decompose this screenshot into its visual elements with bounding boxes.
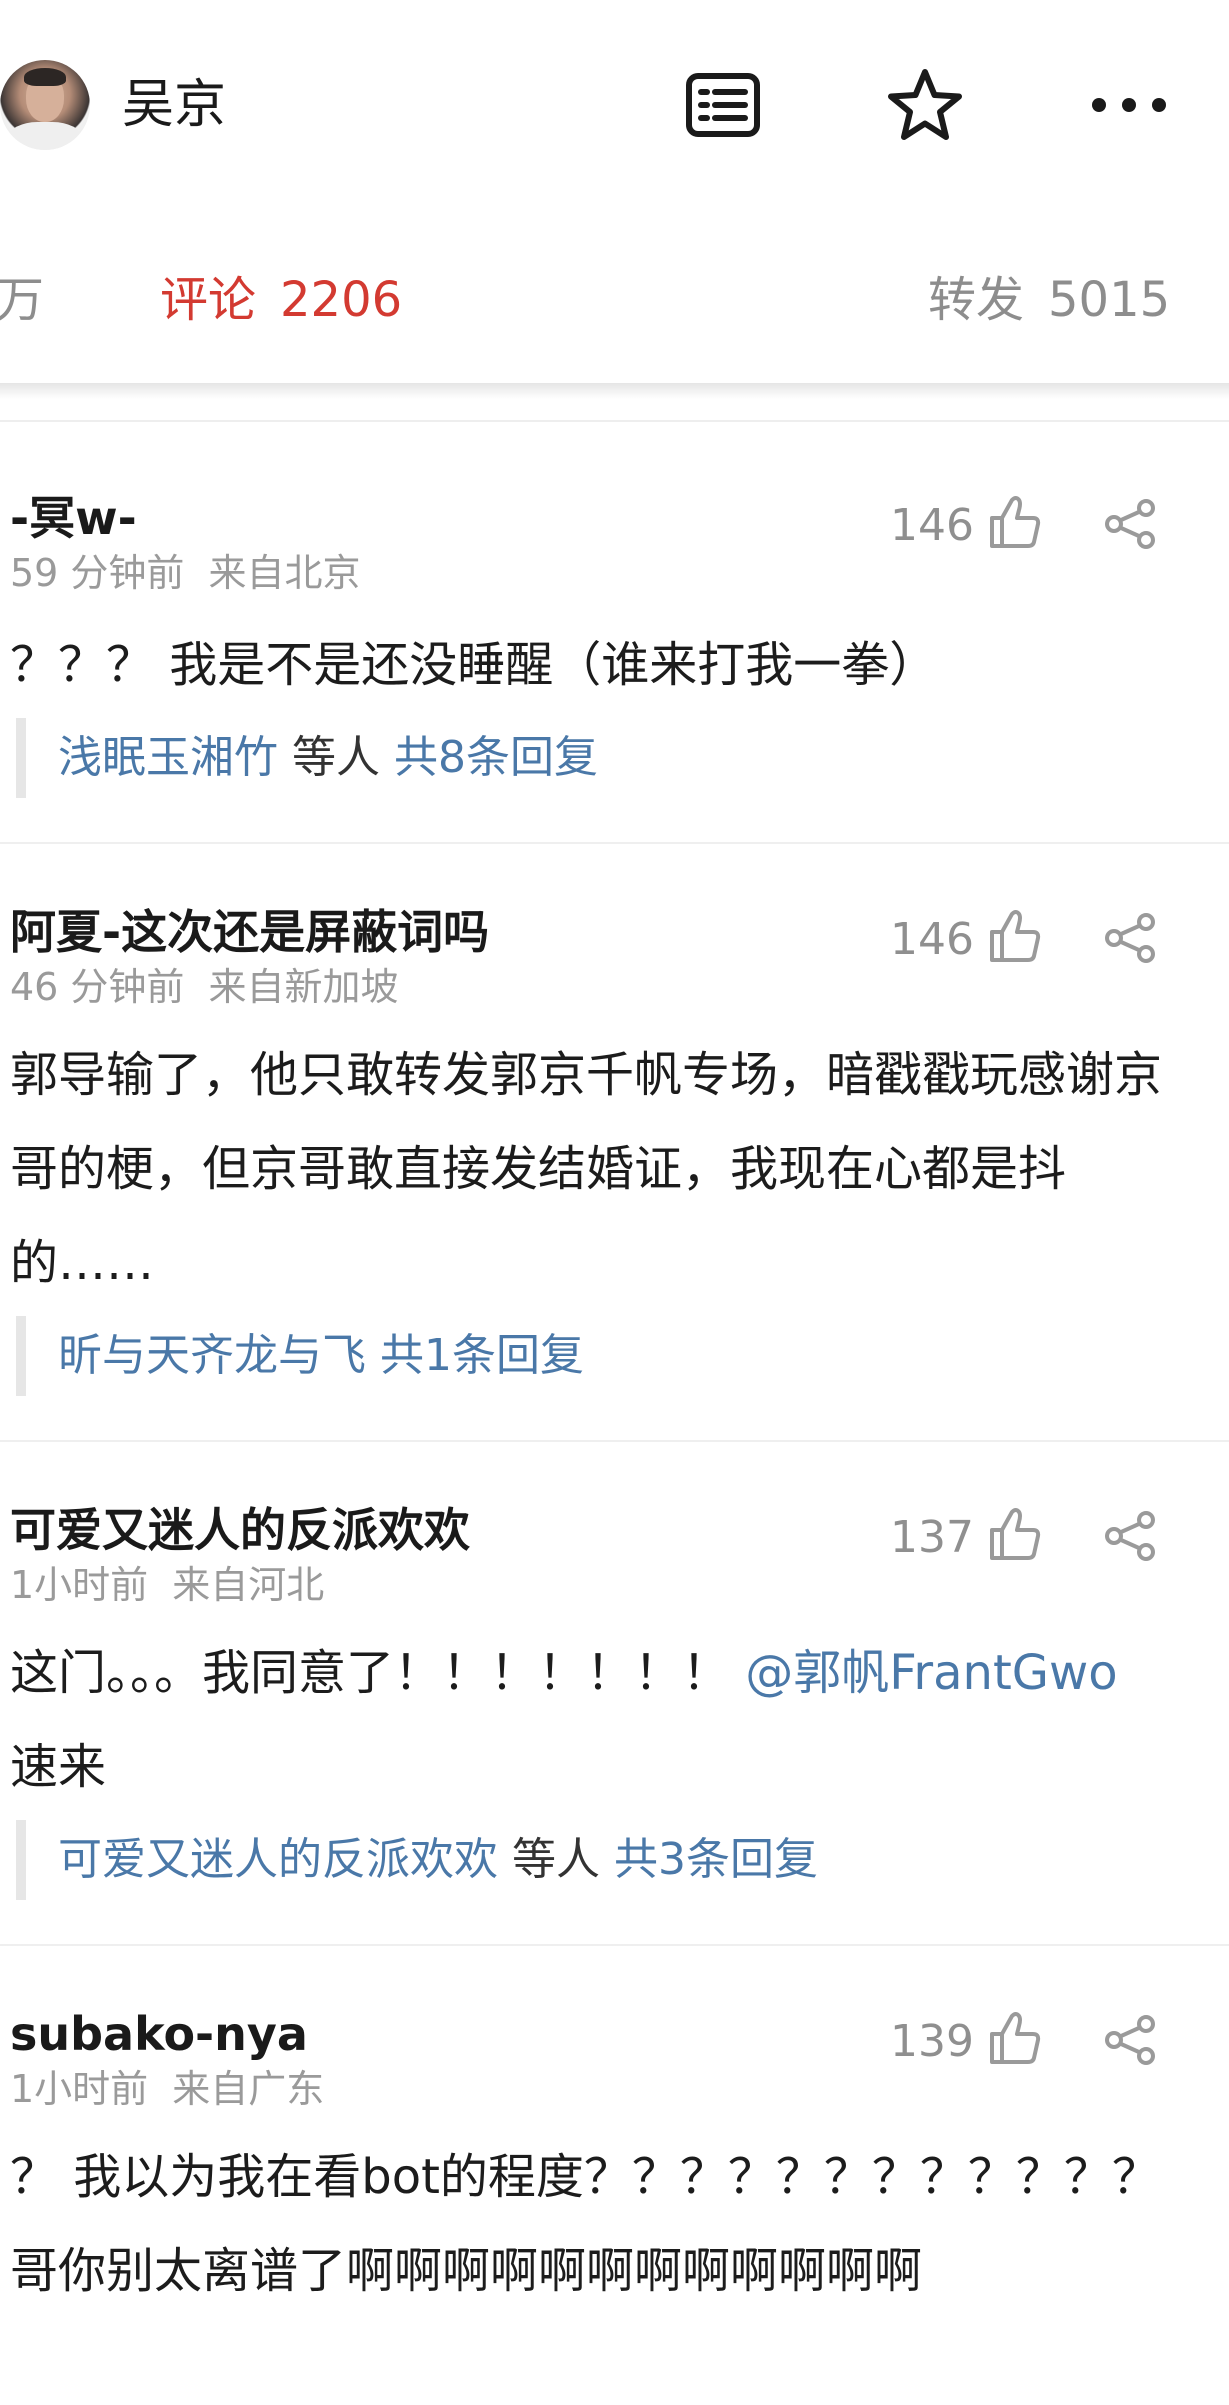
reply-count[interactable]: 共8条回复 bbox=[394, 732, 598, 783]
comment-meta: 1小时前 来自河北 bbox=[10, 1560, 324, 1610]
share-icon[interactable] bbox=[1102, 1510, 1158, 1562]
reply-names[interactable]: 可爱又迷人的反派欢欢 bbox=[58, 1834, 498, 1885]
thumbs-up-icon[interactable] bbox=[988, 1506, 1042, 1562]
reply-count[interactable]: 共1条回复 bbox=[380, 1330, 584, 1381]
comment-author[interactable]: 阿夏-这次还是屏蔽词吗 bbox=[10, 902, 489, 962]
tab-comments-count: 2206 bbox=[280, 272, 403, 328]
comment-time: 1小时前 bbox=[10, 1563, 149, 1607]
comment-meta: 59 分钟前 来自北京 bbox=[10, 548, 360, 598]
comment-text: ？ 我以为我在看bot的程度？？？？？？？？？？？？哥你别太离谱了啊啊啊啊啊啊啊… bbox=[10, 2149, 1160, 2299]
comment-source: 来自河北 bbox=[172, 1563, 325, 1607]
tab-reposts[interactable]: 转发 5015 bbox=[928, 250, 1170, 350]
tab-reposts-count: 5015 bbox=[1048, 272, 1171, 328]
like-count: 137 bbox=[890, 1512, 974, 1563]
avatar[interactable] bbox=[0, 60, 90, 150]
tabs-shadow bbox=[0, 383, 1229, 399]
reply-summary[interactable]: 昕与天齐龙与飞 共1条回复 bbox=[16, 1316, 1229, 1396]
thumbs-up-icon[interactable] bbox=[988, 494, 1042, 550]
comment-source: 来自新加坡 bbox=[208, 965, 399, 1009]
reply-summary[interactable]: 可爱又迷人的反派欢欢 等人 共3条回复 bbox=[16, 1820, 1229, 1900]
thumbs-up-icon[interactable] bbox=[988, 908, 1042, 964]
user-name[interactable]: 吴京 bbox=[122, 70, 226, 140]
article-icon[interactable] bbox=[680, 62, 766, 148]
tab-likes[interactable]: 万 bbox=[0, 250, 44, 350]
share-icon[interactable] bbox=[1102, 498, 1158, 550]
comment-item: 可爱又迷人的反派欢欢 1小时前 来自河北 137 这门。。。我同意了！！！！！！！… bbox=[0, 1442, 1229, 1946]
comment-list: -冥w- 59 分钟前 来自北京 146 ？？？ 我是不是还没睡醒（谁来打我一拳）… bbox=[0, 430, 1229, 2318]
comment-text-after: 速来 bbox=[10, 1739, 107, 1795]
comment-source: 来自北京 bbox=[208, 551, 361, 595]
reply-suffix: 等人 bbox=[498, 1834, 614, 1885]
comment-item: 阿夏-这次还是屏蔽词吗 46 分钟前 来自新加坡 146 郭导输了，他只敢转发郭京… bbox=[0, 844, 1229, 1442]
comment-time: 59 分钟前 bbox=[10, 551, 185, 595]
like-count: 139 bbox=[890, 2016, 974, 2067]
comment-text: 这门。。。我同意了！！！！！！！ @郭帆FrantGwo 速来 bbox=[10, 1626, 1180, 1814]
comment-meta: 1小时前 来自广东 bbox=[10, 2064, 324, 2114]
comment-author[interactable]: 可爱又迷人的反派欢欢 bbox=[10, 1500, 470, 1560]
tab-likes-label: 万 bbox=[0, 272, 45, 328]
star-icon[interactable] bbox=[882, 62, 968, 148]
reply-count[interactable]: 共3条回复 bbox=[614, 1834, 818, 1885]
thumbs-up-icon[interactable] bbox=[988, 2010, 1042, 2066]
comment-source: 来自广东 bbox=[172, 2067, 325, 2111]
tab-reposts-label: 转发 bbox=[928, 272, 1025, 328]
comment-author[interactable]: -冥w- bbox=[10, 488, 137, 548]
top-bar: 吴京 bbox=[0, 0, 1229, 210]
comment-time: 46 分钟前 bbox=[10, 965, 185, 1009]
share-icon[interactable] bbox=[1102, 2014, 1158, 2066]
comment-text: 郭导输了，他只敢转发郭京千帆专场，暗戳戳玩感谢京哥的梗，但京哥敢直接发结婚证，我… bbox=[10, 1047, 1163, 1291]
reply-summary[interactable]: 浅眠玉湘竹 等人 共8条回复 bbox=[16, 718, 1229, 798]
reply-suffix bbox=[366, 1330, 380, 1381]
tab-bar: 万 评论 2206 转发 5015 bbox=[0, 250, 1229, 390]
reply-names[interactable]: 浅眠玉湘竹 bbox=[58, 732, 278, 783]
reply-names[interactable]: 昕与天齐龙与飞 bbox=[58, 1330, 366, 1381]
more-icon[interactable] bbox=[1086, 62, 1172, 148]
comment-time: 1小时前 bbox=[10, 2067, 149, 2111]
mention-link[interactable]: @郭帆FrantGwo bbox=[745, 1645, 1117, 1701]
like-count: 146 bbox=[890, 914, 974, 965]
tabs-divider bbox=[0, 420, 1229, 422]
comment-meta: 46 分钟前 来自新加坡 bbox=[10, 962, 398, 1012]
tab-comments-label: 评论 bbox=[160, 272, 257, 328]
like-count: 146 bbox=[890, 500, 974, 551]
share-icon[interactable] bbox=[1102, 912, 1158, 964]
reply-suffix: 等人 bbox=[278, 732, 394, 783]
comment-item: -冥w- 59 分钟前 来自北京 146 ？？？ 我是不是还没睡醒（谁来打我一拳）… bbox=[0, 430, 1229, 844]
tab-comments[interactable]: 评论 2206 bbox=[160, 250, 402, 350]
comment-text-main: 这门。。。我同意了！！！！！！！ bbox=[10, 1645, 746, 1701]
comment-item: subako-nya 1小时前 来自广东 139 ？ 我以为我在看bot的程度？？… bbox=[0, 1946, 1229, 2318]
comment-author[interactable]: subako-nya bbox=[10, 2004, 308, 2064]
comment-text: ？？？ 我是不是还没睡醒（谁来打我一拳） bbox=[10, 637, 938, 693]
